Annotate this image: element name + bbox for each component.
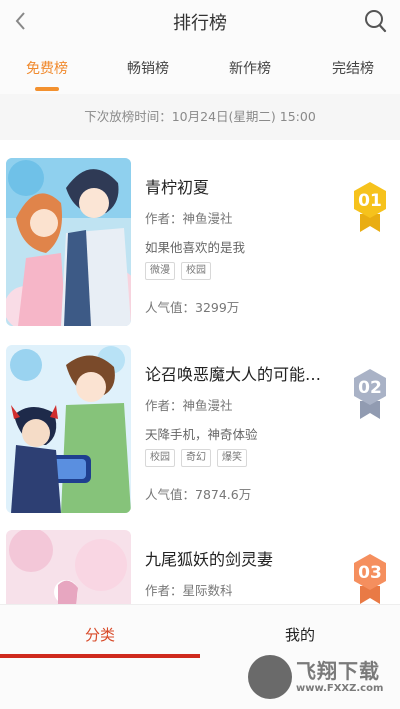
book-cover[interactable] xyxy=(6,345,131,513)
rank-badge: 01 xyxy=(346,178,394,234)
search-icon xyxy=(365,10,387,33)
watermark-url: www.FXXZ.com xyxy=(296,683,384,694)
tag: 校园 xyxy=(181,262,211,280)
cover-image xyxy=(6,345,131,513)
nav-category[interactable]: 分类 xyxy=(0,624,200,645)
book-description: 天降手机，神奇体验 xyxy=(145,427,258,442)
rank-number: 03 xyxy=(358,563,382,583)
tag: 校园 xyxy=(145,449,175,467)
tab-bestselling[interactable]: 畅销榜 xyxy=(108,58,188,78)
search-button[interactable] xyxy=(360,6,390,36)
tag-list: 校园 奇幻 爆笑 xyxy=(145,449,247,467)
rank-number: 01 xyxy=(358,191,382,211)
ranking-tabs: 免费榜 畅销榜 新作榜 完结榜 xyxy=(0,44,400,94)
page-title: 排行榜 xyxy=(173,13,227,34)
active-nav-indicator xyxy=(0,654,200,658)
tag: 爆笑 xyxy=(217,449,247,467)
nav-mine[interactable]: 我的 xyxy=(200,624,400,645)
book-author: 作者：神鱼漫社 xyxy=(145,211,233,226)
watermark-icon xyxy=(248,655,292,699)
ranking-item[interactable]: 论召唤恶魔大人的可能… 作者：神鱼漫社 天降手机，神奇体验 校园 奇幻 爆笑 人… xyxy=(0,345,400,525)
book-title[interactable]: 青柠初夏 xyxy=(145,174,209,198)
cover-image xyxy=(6,158,131,326)
book-title[interactable]: 论召唤恶魔大人的可能… xyxy=(145,361,321,385)
popularity: 人气值：7874.6万 xyxy=(145,487,252,502)
top-app-bar: 排行榜 xyxy=(0,0,400,44)
popularity: 人气值：3299万 xyxy=(145,300,240,315)
rank-badge: 03 xyxy=(346,550,394,606)
watermark-logo: 飞翔下载 www.FXXZ.com xyxy=(248,655,396,701)
rank-badge: 02 xyxy=(346,365,394,421)
tab-free[interactable]: 免费榜 xyxy=(7,58,87,78)
book-description: 如果他喜欢的是我 xyxy=(145,240,246,255)
tag-list: 微漫 校园 xyxy=(145,262,211,280)
book-title[interactable]: 九尾狐妖的剑灵妻 xyxy=(145,546,273,570)
book-cover[interactable] xyxy=(6,158,131,326)
book-author: 作者：星际数科 xyxy=(145,583,233,598)
rank-number: 02 xyxy=(358,378,382,398)
tab-new[interactable]: 新作榜 xyxy=(210,58,290,78)
next-release-time: 下次放榜时间：10月24日(星期二) 15:00 xyxy=(0,94,400,140)
ranking-item[interactable]: 青柠初夏 作者：神鱼漫社 如果他喜欢的是我 微漫 校园 人气值：3299万 01 xyxy=(0,158,400,338)
tag: 微漫 xyxy=(145,262,175,280)
active-tab-indicator xyxy=(35,87,59,91)
book-author: 作者：神鱼漫社 xyxy=(145,398,233,413)
watermark-text: 飞翔下载 xyxy=(296,659,380,683)
tab-completed[interactable]: 完结榜 xyxy=(313,58,393,78)
tag: 奇幻 xyxy=(181,449,211,467)
